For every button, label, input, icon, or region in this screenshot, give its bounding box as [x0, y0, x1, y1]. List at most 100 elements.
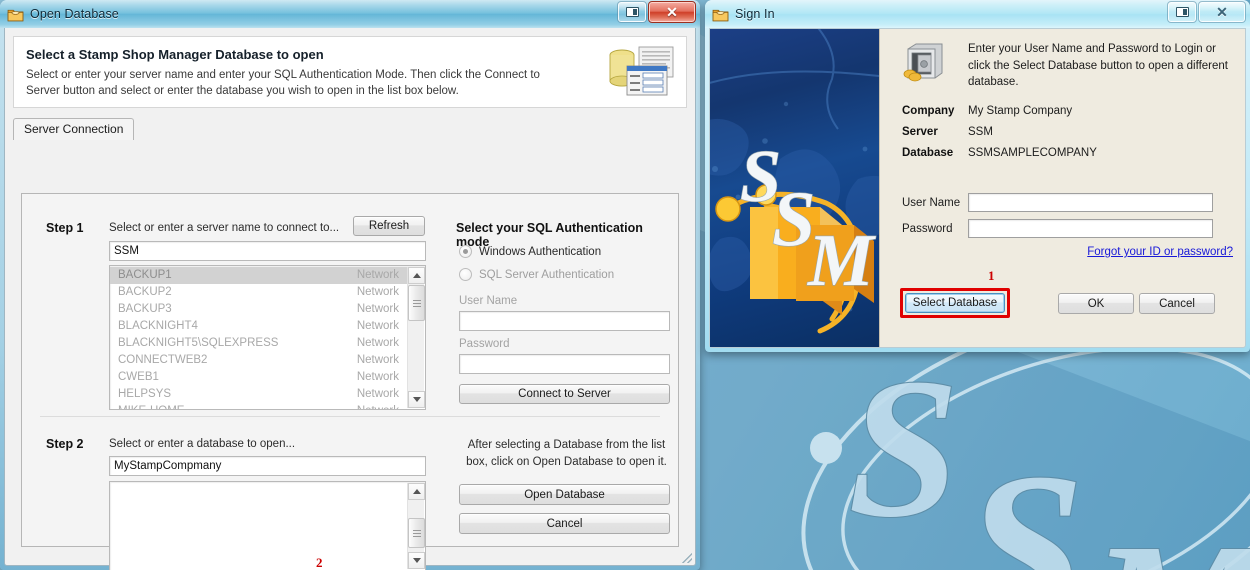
- sign-in-password-input[interactable]: [968, 219, 1213, 238]
- ok-button[interactable]: OK: [1058, 293, 1134, 314]
- grip-icon: [412, 298, 421, 309]
- server-list-item-type: Network: [356, 269, 399, 281]
- sign-in-username-label: User Name: [902, 197, 961, 209]
- server-list-item-name: BLACKNIGHT5\SQLEXPRESS: [118, 337, 279, 349]
- svg-text:S: S: [965, 428, 1085, 570]
- grip-icon: [412, 528, 421, 539]
- svg-text:M: M: [1087, 503, 1250, 570]
- db-scroll-up-button[interactable]: [408, 483, 425, 500]
- tab-server-connection[interactable]: Server Connection: [13, 118, 135, 140]
- sign-in-window[interactable]: Sign In ✕ S S M Enter your User Name and…: [705, 0, 1250, 352]
- connect-to-server-button[interactable]: Connect to Server: [459, 384, 670, 404]
- auth-username-input[interactable]: [459, 311, 670, 331]
- close-icon: ✕: [1216, 4, 1228, 20]
- database-value: SSMSAMPLECOMPANY: [968, 147, 1097, 159]
- restore-icon: [625, 7, 639, 17]
- open-database-body: Select a Stamp Shop Manager Database to …: [4, 28, 696, 570]
- chevron-down-icon: [412, 558, 421, 563]
- open-database-titlebar[interactable]: Open Database ✕: [0, 0, 700, 28]
- chevron-up-icon: [412, 489, 421, 494]
- server-list-item[interactable]: HELPSYS Network: [110, 386, 407, 403]
- server-list-item[interactable]: CONNECTWEB2 Network: [110, 352, 407, 369]
- server-key: Server: [902, 126, 938, 138]
- step2-hint: After selecting a Database from the list…: [466, 439, 667, 468]
- server-list-item-name: HELPSYS: [118, 388, 172, 400]
- auth-password-input[interactable]: [459, 354, 670, 374]
- database-key: Database: [902, 147, 954, 159]
- cancel-button[interactable]: Cancel: [459, 513, 670, 534]
- close-button[interactable]: ✕: [1198, 1, 1246, 23]
- company-value: My Stamp Company: [968, 105, 1073, 117]
- open-database-button[interactable]: Open Database: [459, 484, 670, 505]
- server-list-item-name: CONNECTWEB2: [118, 354, 208, 366]
- server-list-scrollbar[interactable]: [407, 267, 425, 408]
- step2-label: Step 2: [46, 437, 84, 451]
- server-list-item[interactable]: BACKUP3 Network: [110, 301, 407, 318]
- server-list-item[interactable]: CWEB1 Network: [110, 369, 407, 386]
- sign-in-username-input[interactable]: [968, 193, 1213, 212]
- sign-in-password-label: Password: [902, 223, 953, 235]
- refresh-button[interactable]: Refresh: [353, 216, 425, 236]
- folder-database-icon: [7, 9, 24, 21]
- open-database-header-panel: Select a Stamp Shop Manager Database to …: [13, 36, 687, 108]
- database-list-scrollbar[interactable]: [407, 483, 425, 569]
- sign-in-splash-panel: S S M: [710, 29, 880, 347]
- server-connection-panel: Step 1 Select or enter a server name to …: [21, 193, 679, 570]
- server-list-item[interactable]: MIKE-HOME Network: [110, 403, 407, 409]
- sign-in-content: Enter your User Name and Password to Log…: [880, 29, 1245, 347]
- server-list-item[interactable]: BLACKNIGHT4 Network: [110, 318, 407, 335]
- forgot-password-link[interactable]: Forgot your ID or password?: [1087, 246, 1233, 258]
- safe-vault-icon: [903, 43, 943, 82]
- scroll-thumb[interactable]: [408, 285, 425, 321]
- server-list-item[interactable]: BLACKNIGHT5\SQLEXPRESS Network: [110, 335, 407, 352]
- sign-in-window-controls[interactable]: ✕: [1167, 1, 1246, 23]
- restore-button[interactable]: [1167, 1, 1197, 23]
- server-list-item-name: BACKUP2: [118, 286, 172, 298]
- resize-grip[interactable]: [680, 551, 692, 563]
- step2-prompt: Select or enter a database to open...: [109, 438, 296, 450]
- db-scroll-thumb[interactable]: [408, 518, 425, 548]
- annotation-number-1: 1: [988, 268, 995, 283]
- step1-label: Step 1: [46, 221, 84, 235]
- db-scroll-down-button[interactable]: [408, 552, 425, 569]
- header-heading: Select a Stamp Shop Manager Database to …: [26, 47, 324, 62]
- open-database-window[interactable]: Open Database ✕ Select a Stamp Shop Mana…: [0, 0, 700, 570]
- open-database-title: Open Database: [30, 7, 119, 21]
- select-database-button[interactable]: Select Database: [905, 293, 1005, 313]
- database-name-input[interactable]: MyStampCompmany: [109, 456, 426, 476]
- sign-in-title: Sign In: [735, 7, 775, 21]
- radio-sql-server-authentication[interactable]: SQL Server Authentication: [459, 268, 614, 281]
- panel-divider: [40, 416, 660, 417]
- server-listbox[interactable]: BACKUP1 Network BACKUP2 Network BACKUP3 Netwo…: [109, 265, 426, 410]
- tabstrip[interactable]: Server Connection: [13, 118, 687, 140]
- server-list-rows: BACKUP1 Network BACKUP2 Network BACKUP3 Netwo…: [110, 267, 407, 409]
- auth-password-label: Password: [459, 338, 510, 350]
- server-list-item-name: MIKE-HOME: [118, 403, 184, 409]
- open-database-window-controls[interactable]: ✕: [617, 1, 696, 23]
- desktop-ssm-watermark: S S M: [801, 330, 1250, 570]
- radio-windows-authentication[interactable]: Windows Authentication: [459, 245, 601, 258]
- svg-text:S: S: [848, 338, 959, 559]
- server-list-item-name: CWEB1: [118, 371, 159, 383]
- server-list-item[interactable]: BACKUP2 Network: [110, 284, 407, 301]
- restore-button[interactable]: [617, 1, 647, 23]
- server-name-input[interactable]: SSM: [109, 241, 426, 261]
- chevron-up-icon: [412, 273, 421, 278]
- sql-auth-label: SQL Server Authentication: [479, 268, 615, 281]
- annotation-number-2: 2: [316, 555, 323, 570]
- server-list-item-type: Network: [356, 320, 399, 332]
- server-list-item-type: Network: [357, 403, 401, 409]
- server-list-item-type: Network: [356, 388, 399, 400]
- scroll-down-button[interactable]: [408, 391, 425, 408]
- sign-in-titlebar[interactable]: Sign In ✕: [705, 0, 1250, 28]
- close-button[interactable]: ✕: [648, 1, 696, 23]
- sign-in-intro-text: Enter your User Name and Password to Log…: [968, 43, 1228, 89]
- scroll-up-button[interactable]: [408, 267, 425, 284]
- header-description: Select or enter your server name and ent…: [26, 69, 540, 98]
- cancel-button[interactable]: Cancel: [1139, 293, 1215, 314]
- database-listbox[interactable]: [109, 481, 426, 570]
- server-list-item[interactable]: BACKUP1 Network: [110, 267, 407, 284]
- chevron-down-icon: [412, 397, 421, 402]
- windows-auth-label: Windows Authentication: [479, 245, 602, 258]
- auth-username-label: User Name: [459, 295, 518, 307]
